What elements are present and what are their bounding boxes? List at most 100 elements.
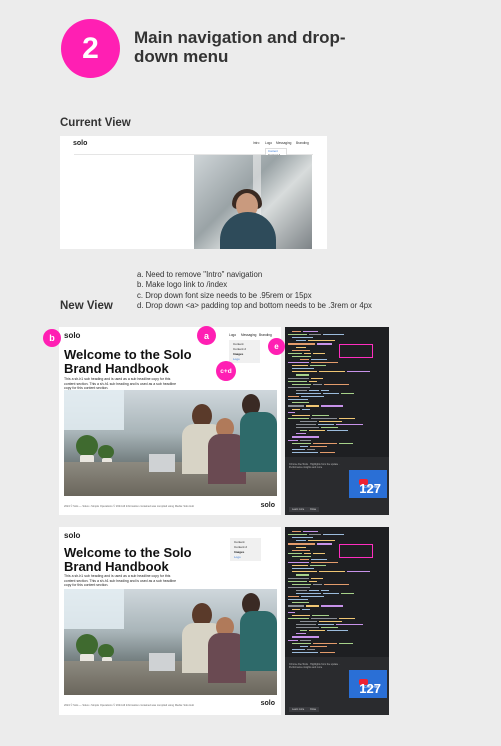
devtools-code-segment [292,531,301,533]
devtools-code-segment [313,552,325,554]
new-dd-item[interactable]: Logo [233,357,256,362]
page-body-text: This a sh-h1 sub heading and is used as … [64,574,177,588]
new-logo[interactable]: solo [64,331,80,340]
photo-person [240,611,277,671]
photo-plant [98,644,114,658]
devtools-panel-1: Chrome DevTools · Highlights from the up… [285,327,389,515]
devtools-code-segment [296,433,307,435]
devtools-code-segment [307,340,335,342]
devtools-close-button[interactable]: Close [307,707,320,712]
devtools-code-segment [322,593,340,595]
current-nav-messaging[interactable]: Messaging [276,141,291,145]
devtools-learn-more-button[interactable]: Learn more [289,707,308,712]
current-nav-intro[interactable]: Intro [253,141,259,145]
devtools-code-segment [292,614,310,616]
devtools-code-segment [317,424,334,426]
new-nav-logo[interactable]: Logo [229,333,236,337]
photo-plant [76,435,98,457]
current-nav-branding[interactable]: Branding [296,141,309,145]
devtools-code-segment [292,408,300,410]
devtools-code-segment [311,614,330,616]
new-dd-item[interactable]: Logo [234,555,257,560]
devtools-code-segment [303,352,312,354]
devtools-code-segment [288,334,307,336]
page-body-text: This a sh-h1 sub heading and is used as … [64,377,177,391]
devtools-code-segment [309,565,326,567]
devtools-code-segment [318,620,343,623]
devtools-code-segment [320,627,338,629]
devtools-code-segment [288,611,295,613]
devtools-code-segment [288,577,310,579]
devtools-code-segment [288,599,308,601]
page-heading: Welcome to the Solo Brand Handbook [64,545,192,574]
devtools-code-segment [292,651,318,654]
devtools-code-segment [347,571,370,573]
devtools-code-segment [308,580,317,582]
devtools-code-segment [288,552,302,554]
current-nav-logo[interactable]: Logo [265,141,272,145]
devtools-code-segment [292,602,309,604]
new-logo[interactable]: solo [64,531,80,540]
new-view-page-2: solo Content Content 2 Images Logo Welco… [59,527,281,715]
devtools-code-segment [308,380,317,382]
devtools-code-segment [288,580,307,582]
devtools-code-segment [292,555,312,557]
devtools-code-segment [338,617,355,619]
devtools-code-segment [288,639,299,641]
photo-laptop [149,653,175,671]
page-footer-text: 2024 © Solo — Solve • Simple Operations … [64,505,195,508]
devtools-code-segment [301,596,325,598]
devtools-code-segment [320,389,329,392]
new-nav-branding[interactable]: Branding [259,333,272,337]
hero-photo [64,390,277,496]
devtools-code-segment [292,383,311,385]
devtools-code-segment [320,427,338,429]
devtools-code-segment [301,396,325,398]
devtools-code-segment [292,648,306,650]
devtools-code-segment [321,405,344,407]
devtools-code-segment [310,558,327,561]
devtools-code-segment [292,442,312,444]
page-heading: Welcome to the Solo Brand Handbook [64,347,192,376]
devtools-code-segment [300,558,309,561]
devtools-code-segment [296,389,308,392]
step-title: Main navigation and drop-down menu [134,28,346,66]
devtools-promo-tile: Chrome 127 [349,470,387,498]
photo-person [240,412,277,472]
devtools-code-segment [302,331,319,333]
devtools-code-segment [292,636,320,638]
devtools-code-segment [322,393,340,395]
devtools-code-segment [300,630,308,632]
devtools-code-segment [300,639,312,641]
devtools-code-segment [309,630,326,632]
note-d: d. Drop down <a> padding top and bottom … [137,301,372,311]
devtools-code-segment [288,399,308,401]
devtools-code-segment [307,448,315,450]
new-nav-messaging[interactable]: Messaging [241,333,256,337]
devtools-code-segment [288,405,304,407]
devtools-code-segment [335,424,364,426]
devtools-learn-more-button[interactable]: Learn more [289,507,308,512]
devtools-code-segment [292,608,300,610]
devtools-code-segment [288,377,310,379]
devtools-code-segment [292,583,311,585]
devtools-code-segment [296,627,319,629]
devtools-code-segment [288,617,309,619]
devtools-code-segment [335,624,364,626]
devtools-code-segment [288,396,300,398]
devtools-code-segment [341,393,354,395]
devtools-code-segment [288,534,307,536]
devtools-code-segment [302,531,319,533]
devtools-code-segment [292,549,311,551]
devtools-code-segment [296,589,308,592]
devtools-code-segment [313,442,338,444]
devtools-code-segment [317,543,333,545]
devtools-code-segment [288,562,309,564]
devtools-whats-new-text: Chrome DevTools · Highlights from the up… [289,663,340,670]
devtools-code-segment [301,608,310,610]
devtools-code-segment [313,642,338,644]
devtools-code-segment [292,565,308,567]
devtools-close-button[interactable]: Close [307,507,320,512]
devtools-code-segment [296,340,306,342]
current-logo[interactable]: solo [73,140,87,147]
